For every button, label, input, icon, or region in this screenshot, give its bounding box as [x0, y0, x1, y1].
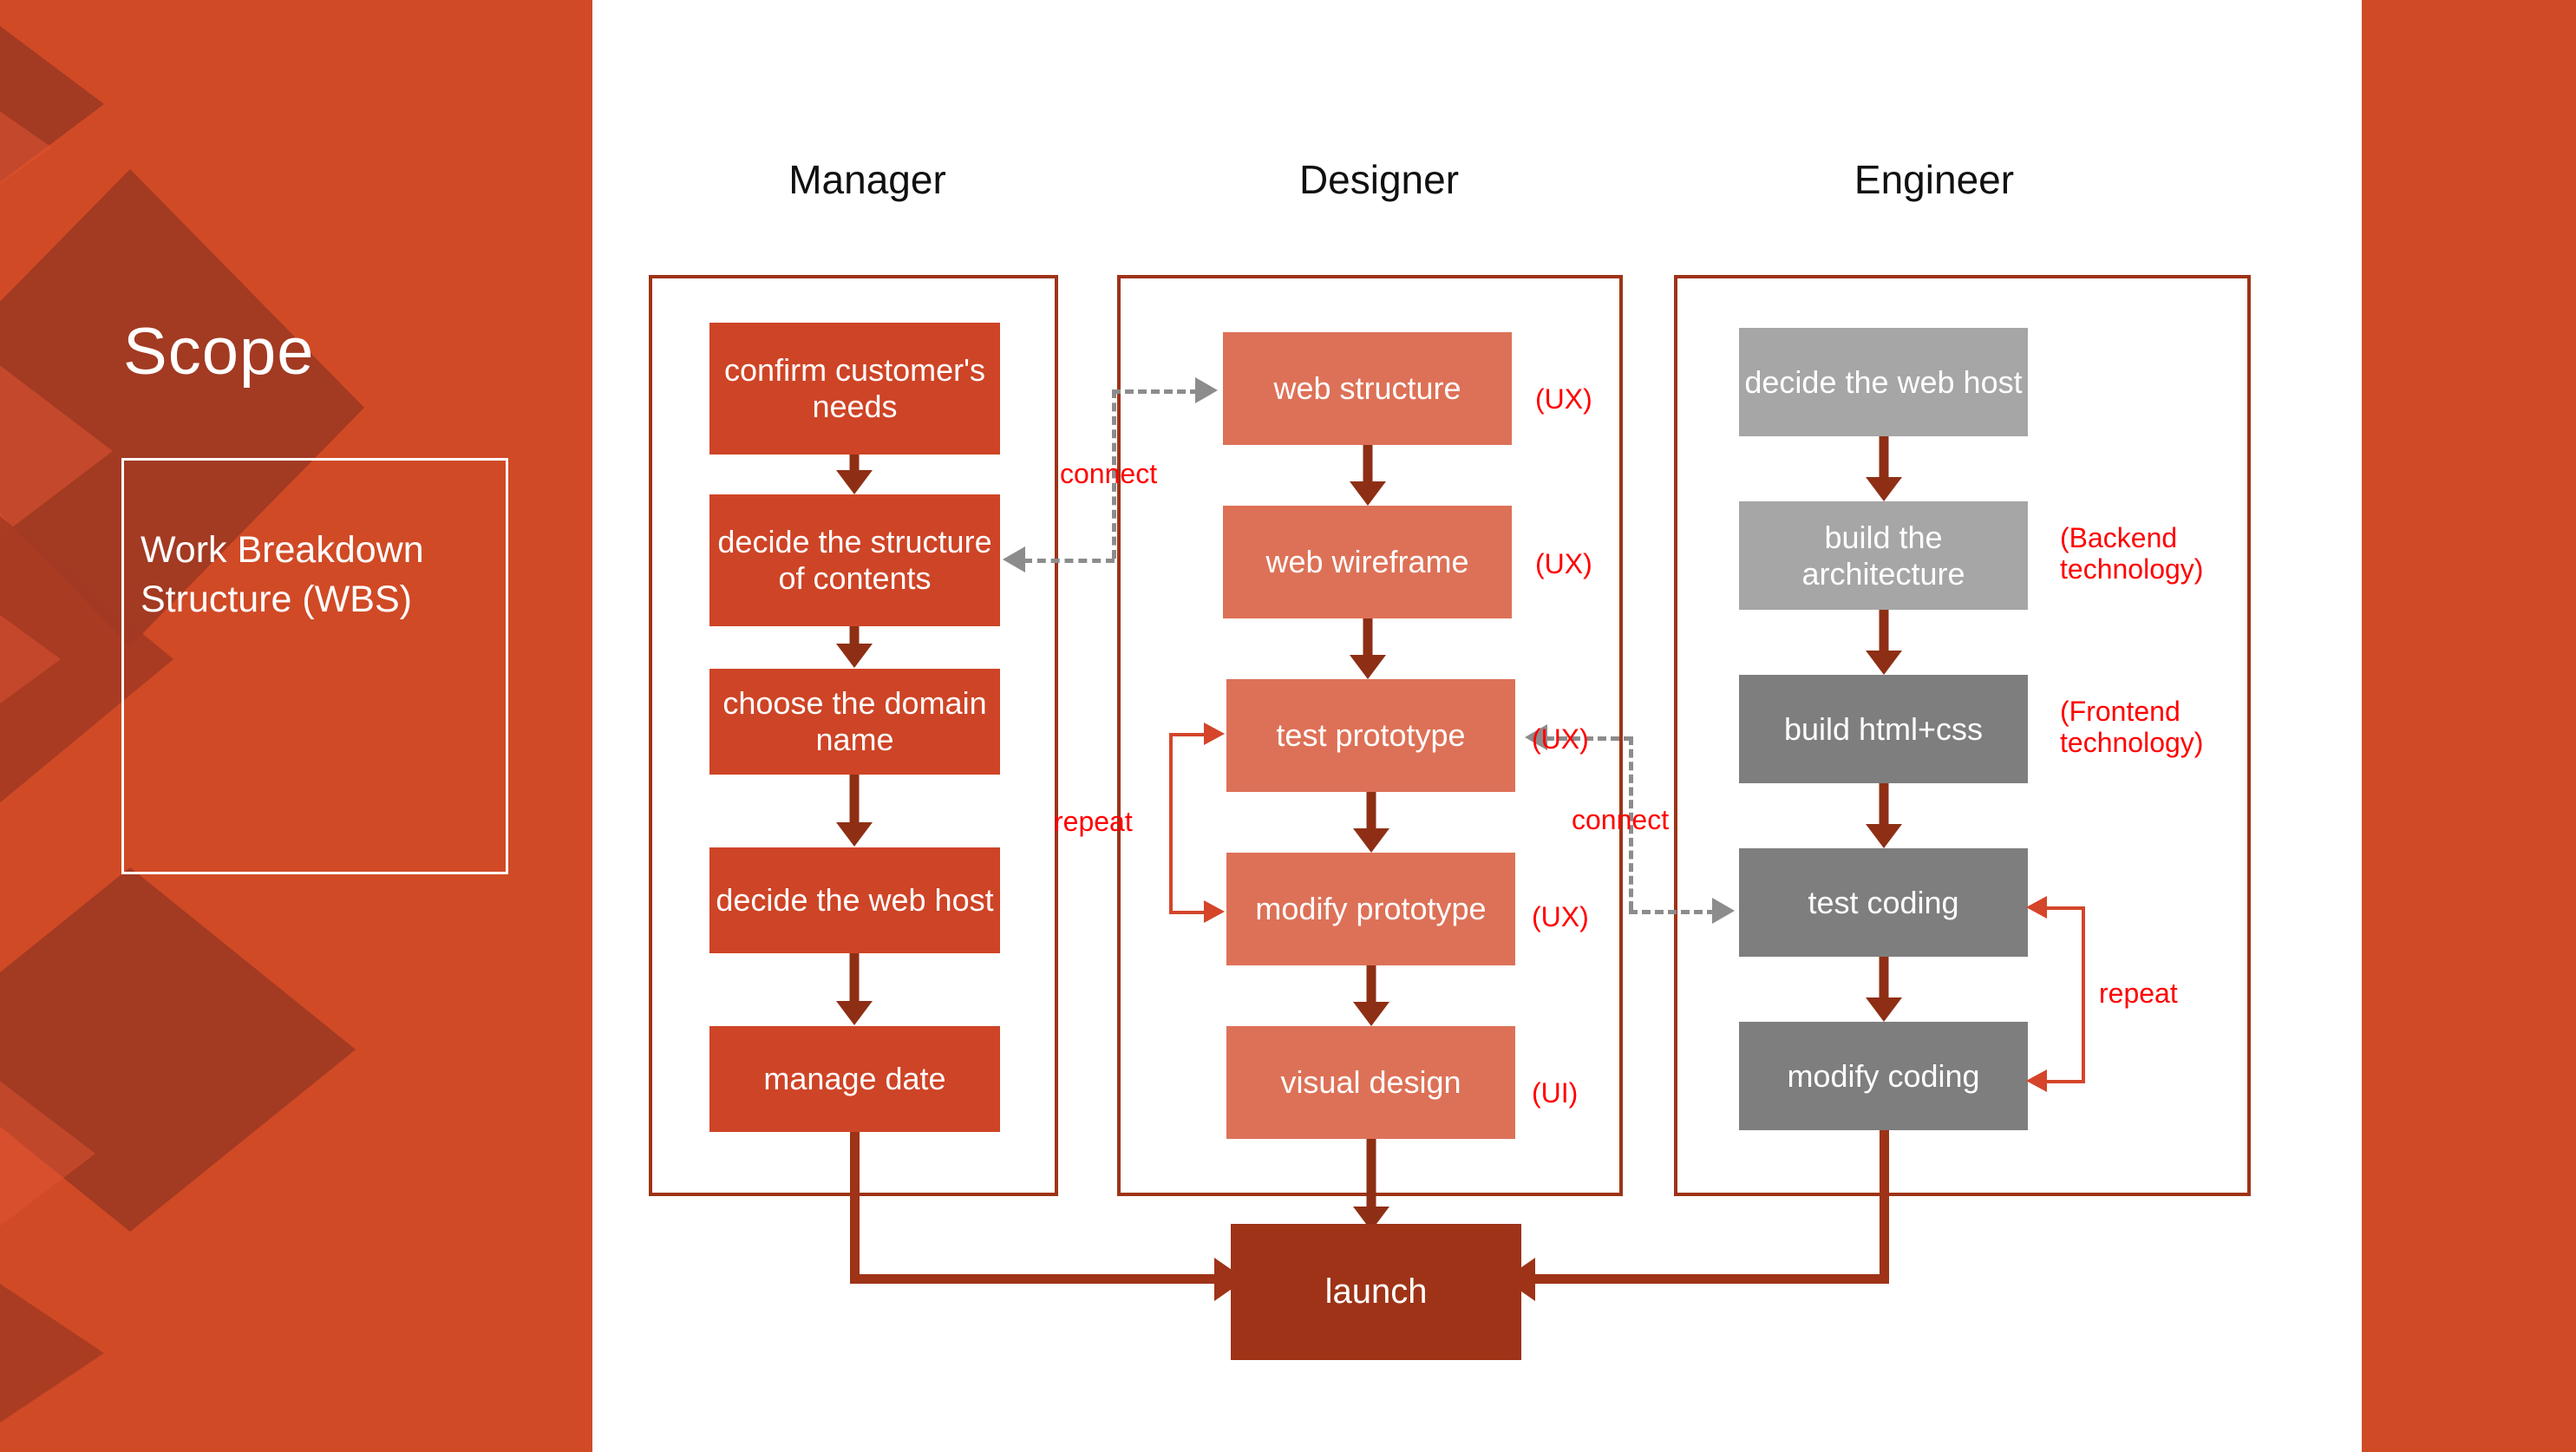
connector-designer-to-engineer — [1629, 910, 1716, 914]
annotation-engineer-2: (Frontend technology) — [2060, 696, 2204, 758]
flow-arrow-engineer-3-4 — [1854, 957, 1914, 1022]
left-accent-panel: Scope Work Breakdown Structure (WBS) — [0, 0, 592, 1452]
annotation-designer-2: (UX) — [1532, 723, 1589, 755]
launch-route-engineer-vertical — [1880, 1130, 1889, 1284]
flow-arrow-engineer-0-1 — [1854, 436, 1914, 501]
flow-arrow-engineer-2-3 — [1854, 783, 1914, 848]
page-subtitle: Work Breakdown Structure (WBS) — [141, 529, 424, 620]
launch-route-manager-horizontal — [850, 1274, 1227, 1284]
loop-designer-vertical — [1169, 733, 1173, 911]
node-engineer-4[interactable]: modify coding — [1739, 1022, 2028, 1130]
node-manager-2[interactable]: choose the domain name — [709, 669, 1000, 775]
arrowhead-loop-engineer-bottom — [2026, 1069, 2047, 1092]
node-manager-0[interactable]: confirm customer's needs — [709, 323, 1000, 455]
node-engineer-0[interactable]: decide the web host — [1739, 328, 2028, 436]
label-connect-designer-engineer: connect — [1572, 804, 1670, 835]
loop-engineer-top-h — [2047, 906, 2085, 910]
launch-route-engineer-horizontal — [1535, 1274, 1889, 1284]
slide-canvas: Scope Work Breakdown Structure (WBS) Man… — [0, 0, 2576, 1452]
node-designer-0[interactable]: web structure — [1223, 332, 1512, 445]
lane-header-engineer: Engineer — [1854, 157, 2015, 202]
node-launch[interactable]: launch — [1231, 1224, 1521, 1360]
node-manager-3[interactable]: decide the web host — [709, 847, 1000, 953]
flow-arrow-designer-1-2 — [1337, 618, 1398, 679]
loop-designer-top-h — [1169, 733, 1208, 736]
launch-route-manager-vertical — [850, 1132, 860, 1284]
label-connect-manager-designer: connect — [1060, 458, 1158, 489]
flow-arrow-designer-3-4 — [1341, 965, 1402, 1026]
annotation-designer-4: (UI) — [1532, 1077, 1579, 1109]
arrowhead-loop-engineer-top — [2026, 896, 2047, 919]
flow-arrow-designer-0-1 — [1337, 445, 1398, 506]
annotation-engineer-1: (Backend technology) — [2060, 522, 2204, 585]
lane-header-designer: Designer — [1298, 157, 1460, 202]
launch-route-designer — [1341, 1139, 1402, 1233]
flow-arrow-designer-2-3 — [1341, 792, 1402, 853]
node-designer-2[interactable]: test prototype — [1226, 679, 1515, 792]
arrowhead-loop-designer-top — [1204, 723, 1225, 745]
label-repeat-designer: repeat — [1054, 806, 1133, 837]
arrowhead-right-engineer — [1712, 898, 1735, 924]
page-title: Scope — [123, 315, 315, 389]
node-engineer-2[interactable]: build html+css — [1739, 675, 2028, 783]
node-manager-4[interactable]: manage date — [709, 1026, 1000, 1132]
arrowhead-loop-designer-bottom — [1204, 900, 1225, 923]
flow-arrow-manager-1-2 — [824, 626, 885, 669]
subtitle-frame — [121, 458, 508, 874]
node-engineer-3[interactable]: test coding — [1739, 848, 2028, 957]
label-repeat-engineer: repeat — [2099, 978, 2178, 1009]
loop-designer-bottom-h — [1169, 911, 1208, 914]
annotation-designer-3: (UX) — [1532, 901, 1589, 932]
node-designer-3[interactable]: modify prototype — [1226, 853, 1515, 965]
annotation-designer-0: (UX) — [1535, 383, 1592, 415]
flow-arrow-manager-2-3 — [824, 775, 885, 847]
node-designer-1[interactable]: web wireframe — [1223, 506, 1512, 618]
node-designer-4[interactable]: visual design — [1226, 1026, 1515, 1139]
flow-arrow-engineer-1-2 — [1854, 610, 1914, 675]
flow-arrow-manager-0-1 — [824, 455, 885, 494]
right-accent-panel — [2362, 0, 2576, 1452]
connector-manager-to-designer-top — [1112, 389, 1199, 394]
arrowhead-left-manager — [1003, 546, 1025, 572]
annotation-designer-1: (UX) — [1535, 548, 1592, 579]
node-manager-1[interactable]: decide the structure of contents — [709, 494, 1000, 626]
loop-engineer-vertical — [2082, 906, 2085, 1080]
loop-engineer-bottom-h — [2047, 1080, 2085, 1083]
flow-arrow-manager-3-4 — [824, 953, 885, 1026]
node-engineer-1[interactable]: build the architecture — [1739, 501, 2028, 610]
arrowhead-right-designer-top — [1195, 377, 1218, 403]
lane-header-manager: Manager — [788, 157, 946, 202]
connector-designer-to-manager-back — [1023, 559, 1115, 563]
